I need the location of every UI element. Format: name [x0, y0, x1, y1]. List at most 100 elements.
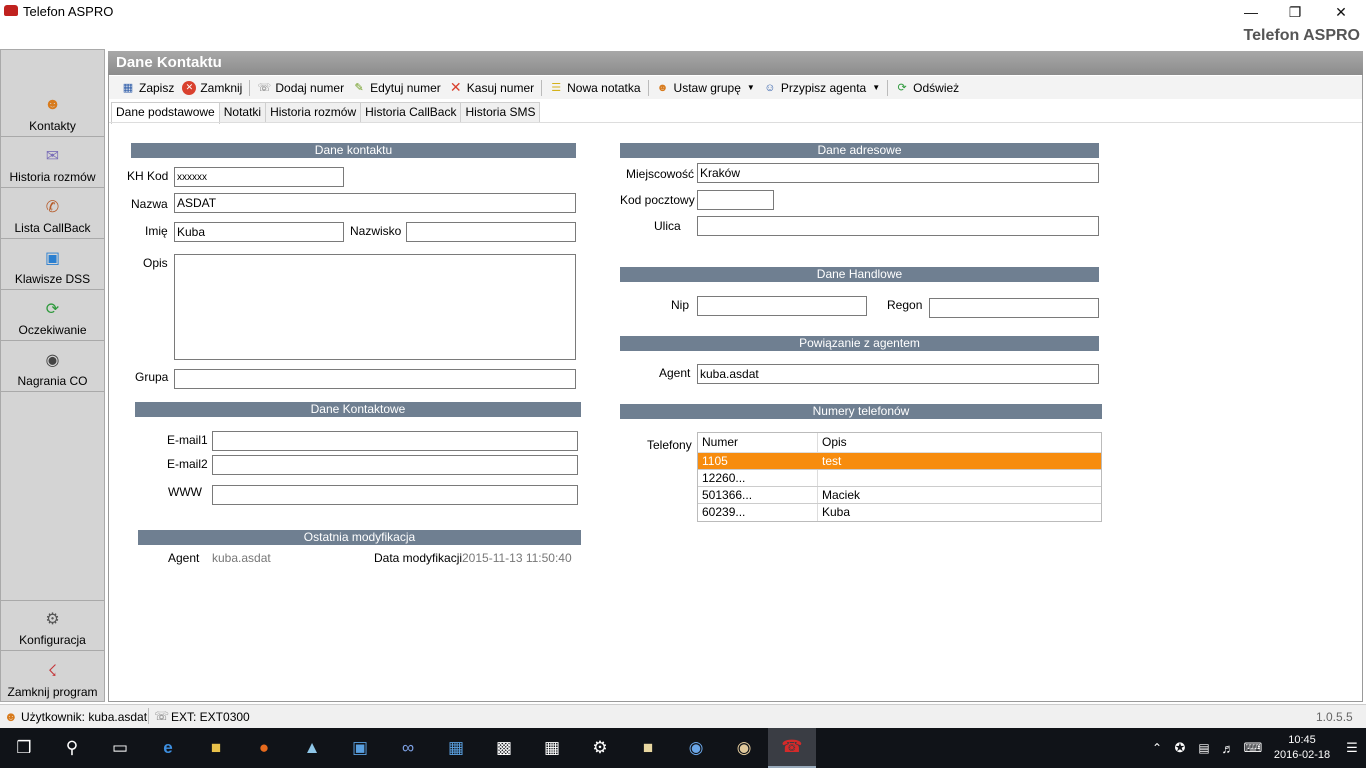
zip-field[interactable] — [697, 190, 774, 210]
nav-oczekiwanie[interactable]: ⟳ Oczekiwanie — [1, 290, 104, 341]
www-field[interactable] — [212, 485, 578, 505]
app-button-5[interactable]: ◉ — [672, 728, 720, 768]
app-button-2[interactable]: ∞ — [384, 728, 432, 768]
kh-code-field[interactable]: xxxxxx — [174, 167, 344, 187]
terminal-button[interactable]: ▩ — [480, 728, 528, 768]
nav-kontakty[interactable]: ☻ Kontakty — [1, 86, 104, 137]
nav-zamknij-program[interactable]: ☇ Zamknij program — [1, 651, 104, 702]
status-extension: EXT: EXT0300 — [171, 710, 250, 724]
nav-label: Klawisze DSS — [14, 272, 91, 286]
explorer-button[interactable]: ■ — [192, 728, 240, 768]
volume-icon[interactable]: ♬ — [1216, 741, 1240, 756]
start-button[interactable]: ❒ — [0, 728, 48, 768]
keyboard-icon[interactable]: ⌨ — [1240, 740, 1266, 756]
edit-number-button[interactable]: ✎ Edytuj numer — [348, 77, 445, 99]
new-note-label: Nowa notatka — [567, 80, 641, 95]
column-header-number[interactable]: Numer — [698, 433, 818, 452]
add-number-button[interactable]: ☏ Dodaj numer — [253, 77, 348, 99]
assign-agent-button[interactable]: ☺ Przypisz agenta ▼ — [759, 77, 884, 99]
nav-lista-callback[interactable]: ✆ Lista CallBack — [1, 188, 104, 239]
tab-dane-podstawowe[interactable]: Dane podstawowe — [111, 102, 220, 124]
battery-icon[interactable]: ▤ — [1192, 741, 1216, 755]
column-header-desc[interactable]: Opis — [818, 433, 1101, 452]
edge-button[interactable]: e — [144, 728, 192, 768]
nav-konfiguracja[interactable]: ⚙ Konfiguracja — [1, 600, 104, 651]
nav-klawisze-dss[interactable]: ▣ Klawisze DSS — [1, 239, 104, 290]
title-bar — [0, 0, 1366, 24]
window-title: Telefon ASPRO — [23, 4, 114, 19]
note-icon: ☰ — [551, 82, 562, 94]
phone-callback-icon: ✆ — [45, 199, 60, 216]
task-view-button[interactable]: ▭ — [96, 728, 144, 768]
email1-field[interactable] — [212, 431, 578, 451]
save-button[interactable]: ▦ Zapisz — [117, 77, 178, 99]
clock[interactable]: 10:45 2016-02-18 — [1266, 733, 1338, 763]
agent-field[interactable]: kuba.asdat — [697, 364, 1099, 384]
waiting-icon: ⟳ — [45, 301, 60, 318]
nav-historia-rozmow[interactable]: ✉ Historia rozmów — [1, 137, 104, 188]
status-user: Użytkownik: kuba.asdat — [21, 710, 148, 724]
cell-number: 501366... — [698, 487, 818, 503]
set-group-button[interactable]: ☻ Ustaw grupę ▼ — [652, 77, 759, 99]
description-textarea[interactable] — [174, 254, 576, 360]
nav-label: Historia rozmów — [9, 170, 96, 184]
nav-label: Zamknij program — [7, 685, 98, 699]
modified-date-value: 2015-11-13 11:50:40 — [462, 551, 572, 565]
name-field[interactable]: ASDAT — [174, 193, 576, 213]
network-app-button[interactable]: ▣ — [336, 728, 384, 768]
add-phone-icon: ☏ — [257, 82, 272, 94]
notifications-icon[interactable]: ☰ — [1338, 740, 1366, 756]
table-row[interactable]: 60239... Kuba — [698, 504, 1101, 521]
street-field[interactable] — [697, 216, 1099, 236]
nav-label: Lista CallBack — [14, 221, 91, 235]
delete-number-button[interactable]: ✕ Kasuj numer — [445, 77, 538, 99]
table-row[interactable]: 1105 test — [698, 453, 1101, 470]
telefon-aspro-taskbar-button[interactable]: ☎ — [768, 728, 816, 768]
phones-label: Telefony — [647, 438, 692, 452]
calculator-button[interactable]: ▦ — [528, 728, 576, 768]
cell-number: 1105 — [698, 453, 818, 469]
nav-label: Konfiguracja — [19, 633, 86, 647]
city-label: Miejscowość — [626, 167, 695, 181]
recording-icon: ◉ — [45, 352, 60, 369]
search-button[interactable]: ⚲ — [48, 728, 96, 768]
network-icon: ▣ — [351, 738, 369, 757]
app-button-4[interactable]: ■ — [624, 728, 672, 768]
tab-historia-callback[interactable]: Historia CallBack — [360, 102, 462, 123]
close-window-button[interactable]: ✕ — [1318, 0, 1364, 24]
app-button-1[interactable]: ▲ — [288, 728, 336, 768]
tab-notatki[interactable]: Notatki — [218, 102, 267, 123]
settings-button[interactable]: ⚙ — [576, 728, 624, 768]
city-field[interactable]: Kraków — [697, 163, 1099, 183]
gear-icon: ⚙ — [592, 738, 608, 757]
nip-field[interactable] — [697, 296, 867, 316]
new-note-button[interactable]: ☰ Nowa notatka — [545, 77, 644, 99]
firefox-button[interactable]: ● — [240, 728, 288, 768]
regon-field[interactable] — [929, 298, 1099, 318]
wifi-icon[interactable]: ✪ — [1168, 740, 1192, 756]
chevron-up-icon[interactable]: ⌃ — [1146, 741, 1168, 755]
close-button[interactable]: ✕ Zamknij — [178, 77, 246, 99]
first-name-field[interactable]: Kuba — [174, 222, 344, 242]
last-name-field[interactable] — [406, 222, 576, 242]
infinity-icon: ∞ — [401, 738, 415, 757]
clock-time: 10:45 — [1288, 734, 1316, 746]
config-icon: ⚙ — [45, 611, 60, 628]
email2-field[interactable] — [212, 455, 578, 475]
table-row[interactable]: 501366... Maciek — [698, 487, 1101, 504]
close-icon: ✕ — [182, 80, 197, 95]
refresh-button[interactable]: ⟳ Odśwież — [891, 77, 963, 99]
paint-button[interactable]: ◉ — [720, 728, 768, 768]
tab-historia-sms[interactable]: Historia SMS — [460, 102, 541, 123]
table-row[interactable]: 12260... — [698, 470, 1101, 487]
regon-label: Regon — [887, 298, 923, 312]
toolbar-separator — [541, 79, 543, 96]
folder-icon: ■ — [210, 738, 222, 757]
restore-button[interactable]: ❐ — [1272, 0, 1318, 24]
minimize-button[interactable]: — — [1228, 0, 1274, 24]
group-field[interactable] — [174, 369, 576, 389]
app-button-3[interactable]: ▦ — [432, 728, 480, 768]
nav-nagrania-co[interactable]: ◉ Nagrania CO — [1, 341, 104, 392]
tab-historia-rozmow[interactable]: Historia rozmów — [265, 102, 362, 123]
windows-icon: ❒ — [16, 738, 32, 757]
